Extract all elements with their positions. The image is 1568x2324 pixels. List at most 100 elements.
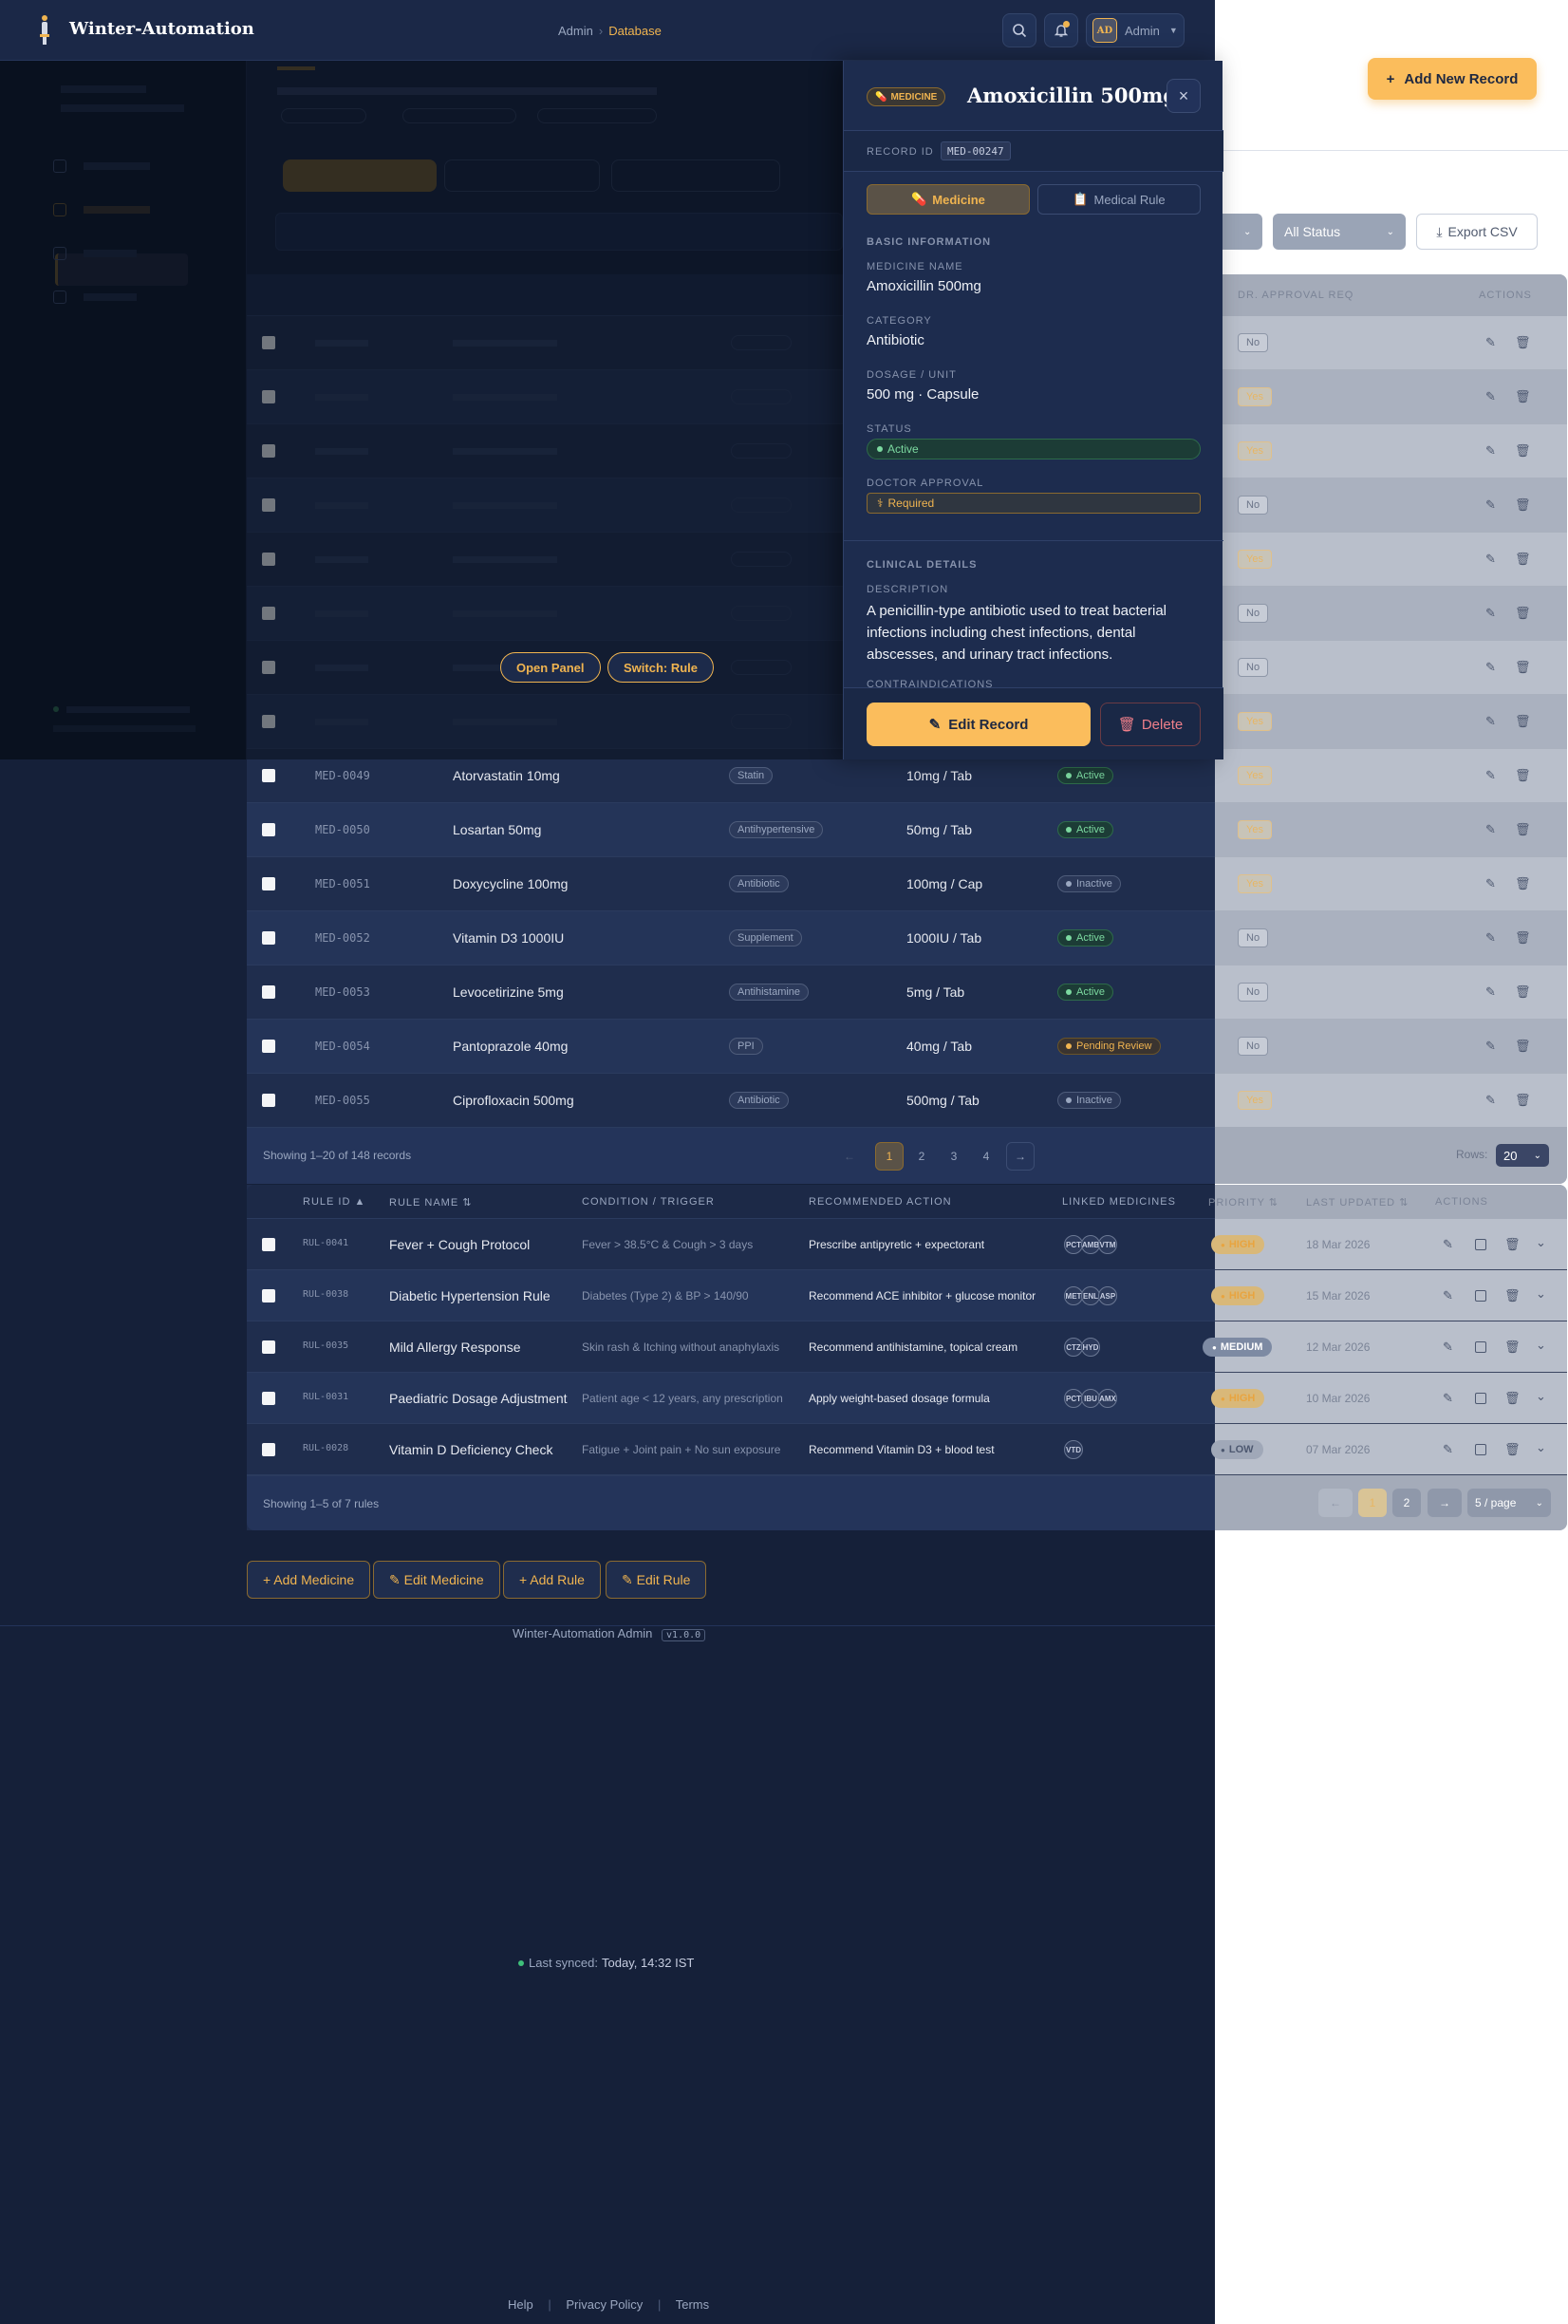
next-page-button[interactable]: → bbox=[1006, 1142, 1035, 1171]
edit-icon[interactable]: ✎ bbox=[1485, 876, 1496, 891]
trash-icon[interactable]: 🗑 bbox=[1515, 768, 1531, 783]
edit-icon[interactable]: ✎ bbox=[1485, 335, 1496, 350]
edit-icon[interactable]: ✎ bbox=[1485, 714, 1496, 729]
copy-icon[interactable] bbox=[1475, 1290, 1486, 1302]
row-checkbox[interactable] bbox=[262, 1040, 275, 1053]
chevron-down-icon[interactable]: ⌄ bbox=[1536, 1440, 1546, 1455]
trash-icon[interactable]: 🗑 bbox=[1515, 660, 1531, 675]
trash-icon[interactable]: 🗑 bbox=[1504, 1391, 1521, 1406]
trash-icon[interactable]: 🗑 bbox=[1504, 1442, 1521, 1457]
edit-icon[interactable]: ✎ bbox=[1443, 1442, 1453, 1457]
export-csv-button[interactable]: ⤓ Export CSV bbox=[1416, 214, 1538, 250]
copy-icon[interactable] bbox=[1475, 1393, 1486, 1404]
add-rule-button[interactable]: + Add Rule bbox=[503, 1561, 601, 1599]
rows-per-page-select[interactable]: 20 ⌄ bbox=[1496, 1144, 1549, 1167]
edit-icon[interactable]: ✎ bbox=[1443, 1391, 1453, 1406]
page-button-1[interactable]: 1 bbox=[1358, 1489, 1387, 1517]
row-checkbox[interactable] bbox=[262, 1238, 275, 1251]
chevron-down-icon[interactable]: ⌄ bbox=[1536, 1389, 1546, 1404]
tab-medicine[interactable]: 💊 Medicine bbox=[867, 184, 1030, 215]
row-checkbox[interactable] bbox=[262, 1392, 275, 1405]
trash-icon[interactable]: 🗑 bbox=[1515, 1039, 1531, 1054]
table-row[interactable]: MED-0051 Doxycycline 100mg Antibiotic 100mg… bbox=[247, 857, 1215, 911]
edit-icon[interactable]: ✎ bbox=[1485, 606, 1496, 621]
trash-icon[interactable]: 🗑 bbox=[1515, 497, 1531, 513]
page-button-3[interactable]: 3 bbox=[940, 1142, 968, 1171]
search-button[interactable] bbox=[1002, 13, 1036, 47]
trash-icon[interactable]: 🗑 bbox=[1515, 606, 1531, 621]
edit-rule-button[interactable]: ✎ Edit Rule bbox=[606, 1561, 707, 1599]
row-checkbox[interactable] bbox=[262, 769, 275, 782]
add-new-record-button[interactable]: + Add New Record bbox=[1368, 58, 1537, 100]
edit-icon[interactable]: ✎ bbox=[1485, 822, 1496, 837]
breadcrumb-root[interactable]: Admin bbox=[558, 24, 593, 38]
notifications-button[interactable] bbox=[1044, 13, 1078, 47]
edit-icon[interactable]: ✎ bbox=[1443, 1237, 1453, 1252]
trash-icon[interactable]: 🗑 bbox=[1515, 822, 1531, 837]
row-checkbox[interactable] bbox=[262, 931, 275, 945]
prev-page-button[interactable]: ← bbox=[835, 1142, 864, 1171]
help-link[interactable]: Help bbox=[508, 2297, 533, 2312]
edit-icon[interactable]: ✎ bbox=[1443, 1288, 1453, 1303]
edit-icon[interactable]: ✎ bbox=[1443, 1340, 1453, 1355]
table-row[interactable]: MED-0054 Pantoprazole 40mg PPI 40mg / Tab Pe… bbox=[247, 1020, 1215, 1074]
trash-icon[interactable]: 🗑 bbox=[1515, 552, 1531, 567]
row-checkbox[interactable] bbox=[262, 1289, 275, 1303]
edit-icon[interactable]: ✎ bbox=[1485, 1093, 1496, 1108]
row-checkbox[interactable] bbox=[262, 1340, 275, 1354]
trash-icon[interactable]: 🗑 bbox=[1504, 1237, 1521, 1252]
edit-icon[interactable]: ✎ bbox=[1485, 660, 1496, 675]
header-rule-name[interactable]: RULE NAME ⇅ bbox=[389, 1196, 472, 1209]
delete-button[interactable]: 🗑 Delete bbox=[1100, 703, 1201, 746]
table-row[interactable]: MED-0050 Losartan 50mg Antihypertensive 50m… bbox=[247, 803, 1215, 857]
row-checkbox[interactable] bbox=[262, 823, 275, 836]
edit-record-button[interactable]: ✎ Edit Record bbox=[867, 703, 1091, 746]
trash-icon[interactable]: 🗑 bbox=[1515, 930, 1531, 946]
open-panel-button[interactable]: Open Panel bbox=[500, 652, 601, 683]
trash-icon[interactable]: 🗑 bbox=[1515, 714, 1531, 729]
trash-icon[interactable]: 🗑 bbox=[1515, 1093, 1531, 1108]
page-button-2[interactable]: 2 bbox=[1392, 1489, 1421, 1517]
trash-icon[interactable]: 🗑 bbox=[1515, 984, 1531, 1000]
table-row[interactable]: MED-0052 Vitamin D3 1000IU Supplement 1000I… bbox=[247, 911, 1215, 965]
header-rule-id[interactable]: RULE ID ▲ bbox=[303, 1196, 365, 1208]
copy-icon[interactable] bbox=[1475, 1239, 1486, 1250]
tab-medical-rule[interactable]: 📋 Medical Rule bbox=[1037, 184, 1201, 215]
row-checkbox[interactable] bbox=[262, 877, 275, 890]
row-checkbox[interactable] bbox=[262, 985, 275, 999]
edit-icon[interactable]: ✎ bbox=[1485, 930, 1496, 946]
row-checkbox[interactable] bbox=[262, 1094, 275, 1107]
privacy-link[interactable]: Privacy Policy bbox=[566, 2297, 643, 2312]
close-button[interactable]: × bbox=[1167, 79, 1201, 113]
page-button-1[interactable]: 1 bbox=[875, 1142, 904, 1171]
table-row[interactable]: RUL-0031 Paediatric Dosage Adjustment Pati… bbox=[247, 1373, 1215, 1424]
switch-rule-button[interactable]: Switch: Rule bbox=[607, 652, 715, 683]
trash-icon[interactable]: 🗑 bbox=[1515, 876, 1531, 891]
edit-medicine-button[interactable]: ✎ Edit Medicine bbox=[373, 1561, 500, 1599]
edit-icon[interactable]: ✎ bbox=[1485, 497, 1496, 513]
trash-icon[interactable]: 🗑 bbox=[1504, 1288, 1521, 1303]
table-row[interactable]: RUL-0038 Diabetic Hypertension Rule Diabet… bbox=[247, 1270, 1215, 1321]
edit-icon[interactable]: ✎ bbox=[1485, 1039, 1496, 1054]
page-button-2[interactable]: 2 bbox=[907, 1142, 936, 1171]
edit-icon[interactable]: ✎ bbox=[1485, 443, 1496, 459]
table-row[interactable]: RUL-0035 Mild Allergy Response Skin rash &… bbox=[247, 1321, 1215, 1373]
header-updated[interactable]: LAST UPDATED ⇅ bbox=[1306, 1196, 1409, 1209]
next-page-button[interactable]: → bbox=[1428, 1489, 1462, 1517]
per-page-select[interactable]: 5 / page ⌄ bbox=[1467, 1489, 1551, 1517]
status-filter[interactable]: All Status ⌄ bbox=[1273, 214, 1406, 250]
table-row[interactable]: MED-0055 Ciprofloxacin 500mg Antibiotic 500… bbox=[247, 1074, 1215, 1128]
trash-icon[interactable]: 🗑 bbox=[1515, 335, 1531, 350]
terms-link[interactable]: Terms bbox=[676, 2297, 709, 2312]
edit-icon[interactable]: ✎ bbox=[1485, 768, 1496, 783]
trash-icon[interactable]: 🗑 bbox=[1515, 443, 1531, 459]
user-menu-button[interactable]: AD Admin ▼ bbox=[1086, 13, 1185, 47]
copy-icon[interactable] bbox=[1475, 1341, 1486, 1353]
copy-icon[interactable] bbox=[1475, 1444, 1486, 1455]
chevron-down-icon[interactable]: ⌄ bbox=[1536, 1338, 1546, 1353]
table-row[interactable]: RUL-0041 Fever + Cough Protocol Fever > 38… bbox=[247, 1219, 1215, 1270]
chevron-down-icon[interactable]: ⌄ bbox=[1536, 1286, 1546, 1302]
edit-icon[interactable]: ✎ bbox=[1485, 984, 1496, 1000]
prev-page-button[interactable]: ← bbox=[1318, 1489, 1353, 1517]
edit-icon[interactable]: ✎ bbox=[1485, 552, 1496, 567]
